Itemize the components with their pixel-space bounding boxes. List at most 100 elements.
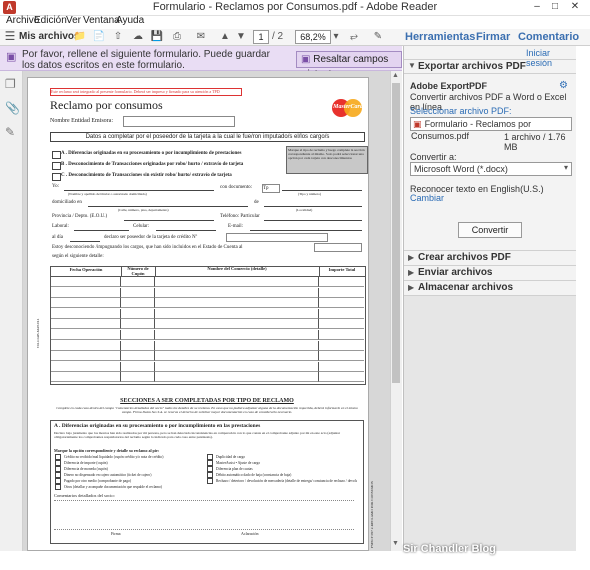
option-a-checkbox[interactable] bbox=[52, 151, 61, 159]
checkbox-icon[interactable] bbox=[55, 484, 61, 490]
table-cell[interactable] bbox=[319, 362, 364, 372]
menu-ver[interactable]: Ver bbox=[66, 15, 81, 26]
table-cell[interactable] bbox=[121, 298, 155, 309]
doc-number-field[interactable] bbox=[282, 190, 362, 191]
tab-firmar[interactable]: Firmar bbox=[476, 29, 510, 45]
export-section-title[interactable]: Exportar archivos PDF bbox=[418, 61, 526, 72]
checklist-item[interactable]: Otros (detallar y acompañe documentación… bbox=[55, 484, 205, 490]
table-cell[interactable] bbox=[121, 319, 155, 330]
section-send-files[interactable]: Enviar archivos bbox=[418, 267, 492, 278]
table-cell[interactable] bbox=[155, 319, 319, 330]
menu-ventana[interactable]: Ventana bbox=[83, 15, 120, 26]
table-cell[interactable] bbox=[319, 309, 364, 319]
convert-button[interactable]: Convertir bbox=[458, 222, 522, 238]
convert-to-select[interactable]: Microsoft Word (*.docx) ▾ bbox=[410, 162, 572, 176]
tab-herramientas[interactable]: Herramientas bbox=[405, 29, 475, 45]
localidad-field[interactable] bbox=[264, 206, 362, 207]
table-cell[interactable] bbox=[51, 351, 121, 362]
table-cell[interactable] bbox=[319, 351, 364, 362]
entidad-field[interactable] bbox=[123, 116, 235, 127]
save-icon[interactable]: 💾 bbox=[150, 30, 164, 43]
table-cell[interactable] bbox=[155, 330, 319, 340]
scroll-up-icon[interactable]: ▲ bbox=[392, 72, 399, 79]
next-page-icon[interactable]: ▼ bbox=[235, 30, 247, 43]
card-number-field[interactable] bbox=[226, 233, 328, 242]
maximize-icon[interactable]: □ bbox=[546, 1, 564, 13]
menu-edicion[interactable]: Edición bbox=[34, 15, 67, 26]
table-cell[interactable] bbox=[319, 341, 364, 351]
menu-icon[interactable]: ☰ bbox=[4, 30, 16, 43]
option-b-checkbox[interactable] bbox=[52, 162, 61, 170]
checklist-item[interactable]: Rechazo / deterioro / devolución de merc… bbox=[207, 478, 357, 484]
table-cell[interactable] bbox=[121, 308, 155, 319]
email-field[interactable] bbox=[250, 230, 362, 231]
table-cell[interactable] bbox=[155, 277, 319, 287]
celular-field[interactable] bbox=[156, 230, 216, 231]
menu-ayuda[interactable]: Ayuda bbox=[116, 15, 144, 26]
login-link[interactable]: Iniciar sesión bbox=[526, 48, 576, 68]
statement-date-field[interactable] bbox=[314, 243, 362, 252]
cloud-icon[interactable]: ☁ bbox=[131, 30, 145, 43]
fit-page-icon[interactable]: ⥂ bbox=[348, 30, 360, 43]
close-icon[interactable]: ✕ bbox=[566, 1, 584, 13]
signatures-icon[interactable]: ✎ bbox=[5, 125, 15, 139]
email-icon[interactable]: ✉ bbox=[194, 30, 208, 43]
table-cell[interactable] bbox=[155, 287, 319, 298]
open-folder-icon[interactable]: 📁 bbox=[73, 30, 87, 43]
telefono-field[interactable] bbox=[264, 220, 362, 221]
selected-file-box[interactable]: ▣ Formulario - Reclamos por Consumos.pdf bbox=[410, 117, 572, 141]
my-files-button[interactable]: Mis archivos bbox=[19, 30, 80, 43]
collapse-icon[interactable]: ▼ bbox=[408, 61, 416, 70]
table-cell[interactable] bbox=[319, 298, 364, 309]
fecha-field[interactable] bbox=[70, 241, 100, 242]
section-store-files[interactable]: Almacenar archivos bbox=[418, 282, 513, 293]
pages-icon[interactable]: ❐ bbox=[5, 77, 16, 91]
expand-icon[interactable]: ▶ bbox=[408, 268, 414, 277]
table-cell[interactable] bbox=[51, 330, 121, 340]
select-pdf-link[interactable]: Seleccionar archivo PDF: bbox=[410, 106, 512, 116]
tab-comentario[interactable]: Comentario bbox=[518, 29, 579, 45]
provincia-field[interactable] bbox=[124, 220, 214, 221]
table-cell[interactable] bbox=[121, 277, 155, 287]
table-cell[interactable] bbox=[155, 372, 319, 383]
scroll-thumb[interactable] bbox=[392, 83, 400, 383]
table-cell[interactable] bbox=[121, 340, 155, 351]
option-c-checkbox[interactable] bbox=[52, 173, 61, 181]
zoom-input[interactable]: 68,2% bbox=[295, 30, 331, 44]
table-cell[interactable] bbox=[121, 351, 155, 362]
zoom-dropdown-icon[interactable]: ▾ bbox=[331, 30, 341, 43]
table-cell[interactable] bbox=[51, 340, 121, 351]
expand-icon[interactable]: ▶ bbox=[408, 253, 414, 262]
scroll-down-icon[interactable]: ▼ bbox=[392, 540, 399, 547]
expand-icon[interactable]: ▶ bbox=[408, 283, 414, 292]
table-cell[interactable] bbox=[121, 372, 155, 383]
table-cell[interactable] bbox=[155, 298, 319, 309]
table-cell[interactable] bbox=[121, 361, 155, 372]
table-cell[interactable] bbox=[155, 308, 319, 319]
table-cell[interactable] bbox=[121, 330, 155, 340]
table-cell[interactable] bbox=[51, 372, 121, 383]
highlight-fields-button[interactable]: ▣ Resaltar campos existentes bbox=[296, 51, 402, 80]
table-cell[interactable] bbox=[155, 340, 319, 351]
table-cell[interactable] bbox=[51, 319, 121, 330]
vertical-scrollbar[interactable]: ▲ ▼ bbox=[390, 71, 402, 551]
section-create-pdf[interactable]: Crear archivos PDF bbox=[418, 252, 511, 263]
page-number-input[interactable]: 1 bbox=[253, 30, 269, 44]
table-cell[interactable] bbox=[319, 288, 364, 298]
domicilio-field[interactable] bbox=[88, 206, 248, 207]
change-language-link[interactable]: Cambiar bbox=[410, 193, 444, 203]
doc-type-select[interactable]: Tp bbox=[262, 184, 280, 193]
table-cell[interactable] bbox=[319, 330, 364, 340]
create-pdf-icon[interactable]: 📄 bbox=[92, 30, 106, 43]
attachments-icon[interactable]: 📎 bbox=[5, 101, 20, 115]
table-cell[interactable] bbox=[155, 361, 319, 372]
table-cell[interactable] bbox=[51, 287, 121, 298]
table-cell[interactable] bbox=[155, 351, 319, 362]
laboral-field[interactable] bbox=[74, 230, 129, 231]
comment-tool-icon[interactable]: ✎ bbox=[372, 30, 384, 43]
comments-field[interactable] bbox=[54, 500, 354, 530]
prev-page-icon[interactable]: ▲ bbox=[219, 30, 231, 43]
table-cell[interactable] bbox=[51, 361, 121, 372]
table-cell[interactable] bbox=[121, 287, 155, 298]
table-cell[interactable] bbox=[319, 372, 364, 383]
